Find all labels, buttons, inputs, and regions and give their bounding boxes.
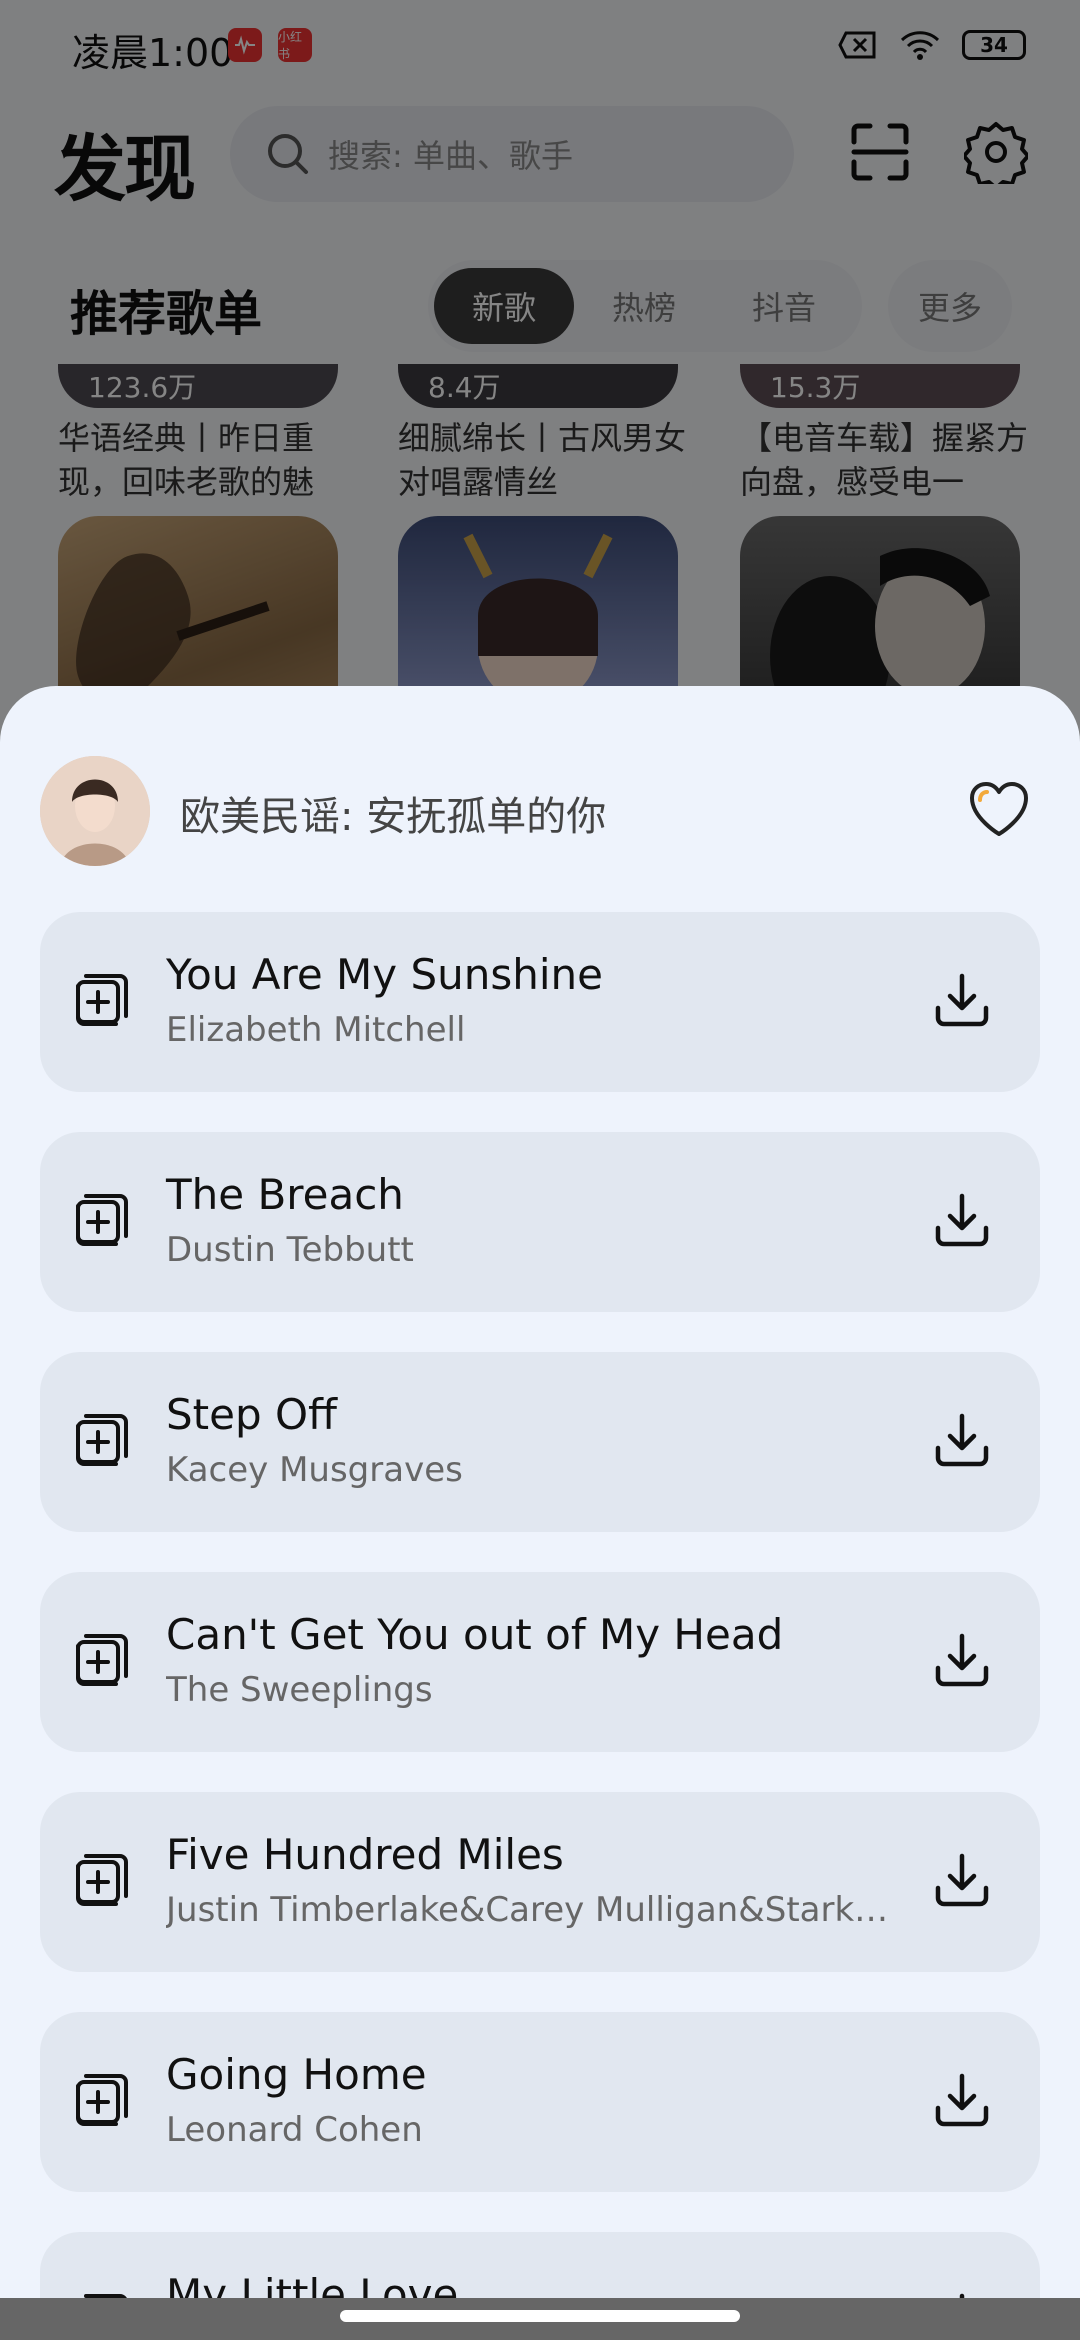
- song-row[interactable]: The Breach Dustin Tebbutt: [40, 1132, 1040, 1312]
- sheet-header: 欧美民谣: 安抚孤单的你: [40, 756, 1040, 866]
- song-row[interactable]: Going Home Leonard Cohen: [40, 2012, 1040, 2192]
- song-artist: Leonard Cohen: [166, 2110, 423, 2150]
- heart-favorite-icon[interactable]: [968, 780, 1030, 838]
- home-indicator[interactable]: [340, 2310, 740, 2322]
- add-to-playlist-icon[interactable]: [74, 2072, 130, 2128]
- download-icon[interactable]: [932, 1190, 992, 1250]
- song-artist: Kacey Musgraves: [166, 1450, 463, 1490]
- add-to-playlist-icon[interactable]: [74, 1192, 130, 1248]
- song-row[interactable]: Five Hundred Miles Justin Timberlake&Car…: [40, 1792, 1040, 1972]
- add-to-playlist-icon[interactable]: [74, 1852, 130, 1908]
- song-title: Step Off: [166, 1390, 337, 1439]
- add-to-playlist-icon[interactable]: [74, 1632, 130, 1688]
- song-title: The Breach: [166, 1170, 404, 1219]
- song-artist: Elizabeth Mitchell: [166, 1010, 466, 1050]
- song-row[interactable]: Step Off Kacey Musgraves: [40, 1352, 1040, 1532]
- playlist-bottom-sheet: 欧美民谣: 安抚孤单的你 You Are My Sunshine Elizabe…: [0, 686, 1080, 2340]
- song-artist: The Sweeplings: [166, 1670, 433, 1710]
- add-to-playlist-icon[interactable]: [74, 1412, 130, 1468]
- add-to-playlist-icon[interactable]: [74, 972, 130, 1028]
- song-title: Going Home: [166, 2050, 427, 2099]
- song-artist: Justin Timberlake&Carey Mulligan&Stark S…: [166, 1890, 896, 1930]
- song-title: Can't Get You out of My Head: [166, 1610, 784, 1659]
- song-row[interactable]: Can't Get You out of My Head The Sweepli…: [40, 1572, 1040, 1752]
- sheet-title: 欧美民谣: 安抚孤单的你: [180, 794, 607, 840]
- song-artist: Dustin Tebbutt: [166, 1230, 414, 1270]
- download-icon[interactable]: [932, 1850, 992, 1910]
- download-icon[interactable]: [932, 1630, 992, 1690]
- song-title: Five Hundred Miles: [166, 1830, 564, 1879]
- song-title: You Are My Sunshine: [166, 950, 603, 999]
- playlist-avatar[interactable]: [40, 756, 150, 866]
- download-icon[interactable]: [932, 1410, 992, 1470]
- download-icon[interactable]: [932, 970, 992, 1030]
- download-icon[interactable]: [932, 2070, 992, 2130]
- song-row[interactable]: You Are My Sunshine Elizabeth Mitchell: [40, 912, 1040, 1092]
